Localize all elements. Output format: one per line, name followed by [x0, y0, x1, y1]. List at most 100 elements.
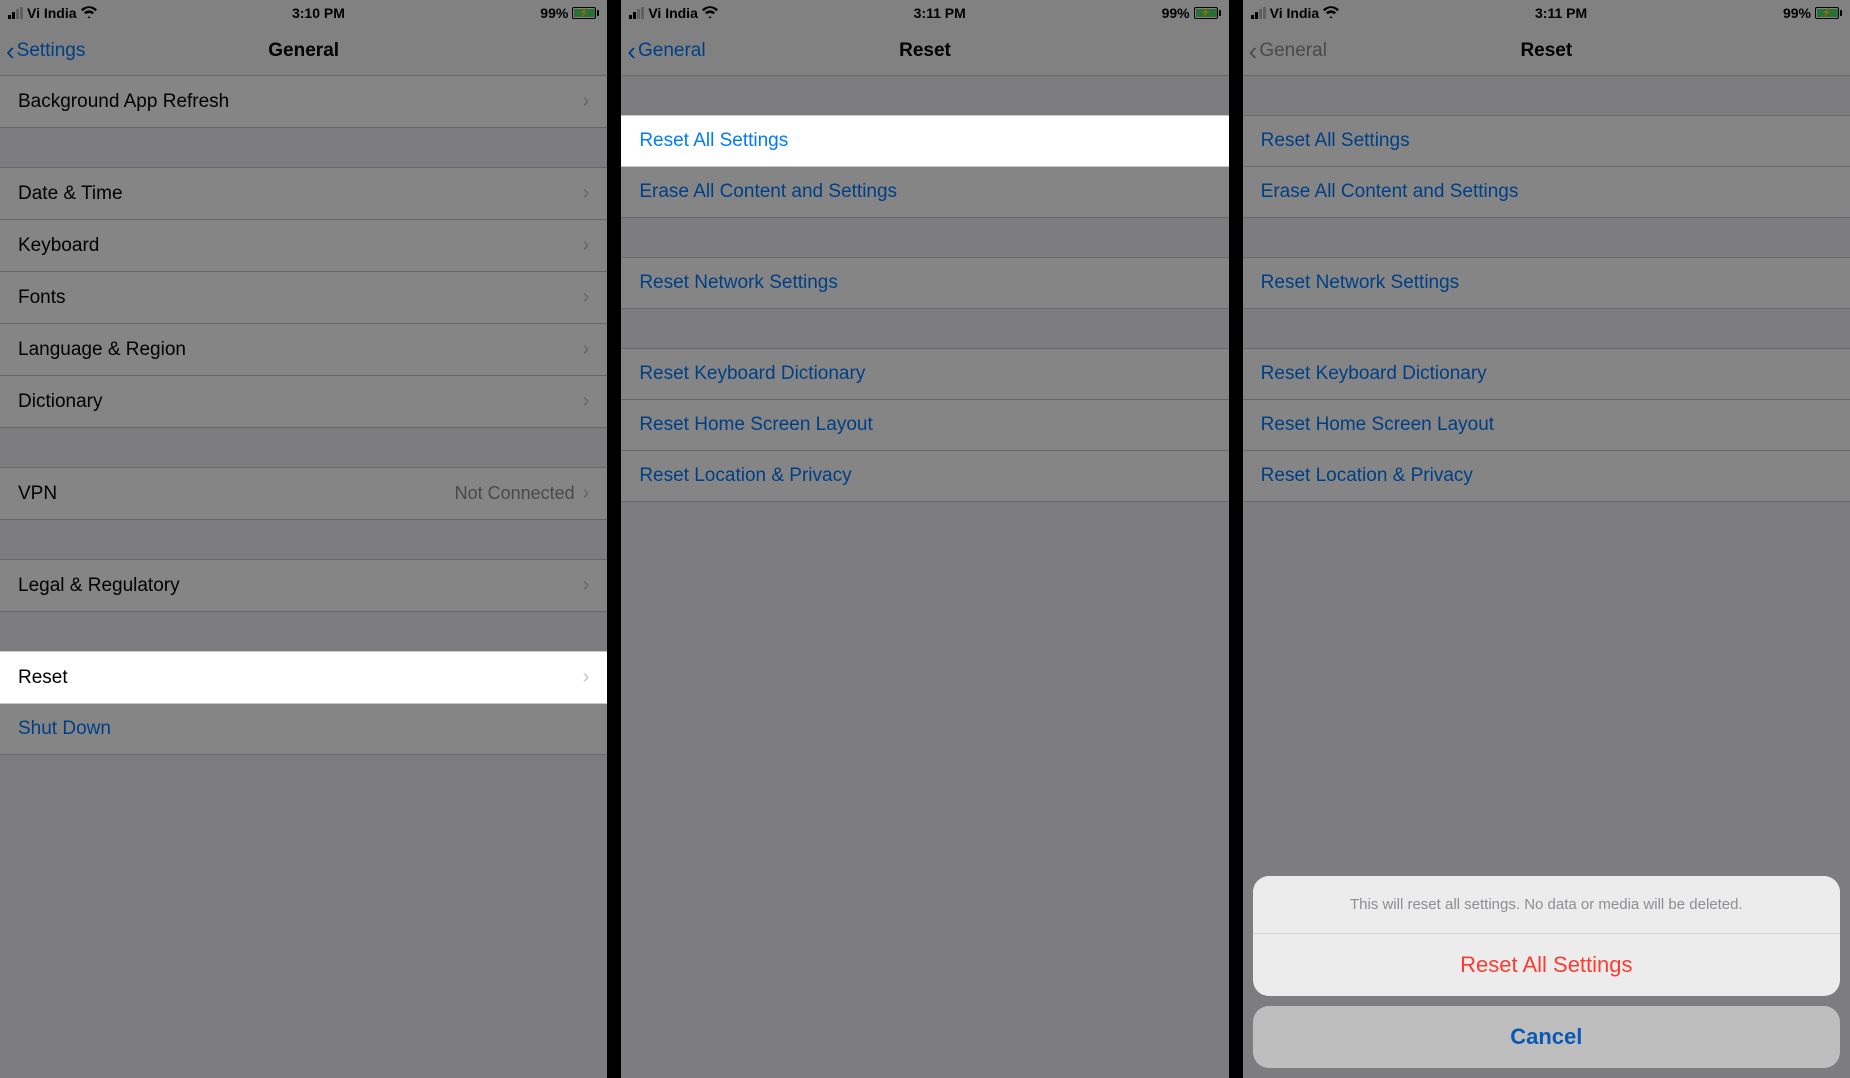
row-label: Language & Region	[18, 339, 186, 361]
row-label: Background App Refresh	[18, 91, 229, 113]
action-sheet-message: This will reset all settings. No data or…	[1253, 876, 1840, 934]
row-label: Erase All Content and Settings	[639, 181, 897, 203]
action-sheet-card: This will reset all settings. No data or…	[1253, 876, 1840, 996]
chevron-right-icon: ›	[583, 182, 590, 205]
row-erase-all-content[interactable]: Erase All Content and Settings	[621, 166, 1228, 218]
chevron-right-icon: ›	[583, 666, 590, 689]
back-label: General	[638, 40, 706, 62]
battery-icon: ⚡	[1194, 7, 1221, 19]
screen-general: Vi India 3:10 PM 99% ⚡ ‹ Settings Genera…	[0, 0, 607, 1078]
battery-percent: 99%	[1783, 5, 1811, 21]
row-label: Dictionary	[18, 391, 102, 413]
row-label: Fonts	[18, 287, 66, 309]
nav-bar: ‹ Settings General	[0, 26, 607, 76]
row-erase-all-content: Erase All Content and Settings	[1243, 166, 1850, 218]
row-label: Reset Location & Privacy	[639, 465, 851, 487]
row-legal-regulatory[interactable]: Legal & Regulatory ›	[0, 559, 607, 612]
clock: 3:11 PM	[1535, 5, 1587, 21]
clock: 3:11 PM	[914, 5, 966, 21]
row-reset-home-screen: Reset Home Screen Layout	[1243, 399, 1850, 451]
row-label: Reset Home Screen Layout	[1261, 414, 1494, 436]
row-keyboard[interactable]: Keyboard ›	[0, 219, 607, 272]
battery-icon: ⚡	[572, 7, 599, 19]
row-detail: Not Connected	[455, 483, 575, 504]
status-bar: Vi India 3:11 PM 99% ⚡	[1243, 0, 1850, 26]
chevron-right-icon: ›	[583, 286, 590, 309]
screen-reset: Vi India 3:11 PM 99% ⚡ ‹ General Reset R…	[621, 0, 1228, 1078]
chevron-right-icon: ›	[583, 482, 590, 505]
row-label: VPN	[18, 483, 57, 505]
row-reset-network: Reset Network Settings	[1243, 257, 1850, 309]
row-label: Reset Home Screen Layout	[639, 414, 872, 436]
back-button[interactable]: ‹ Settings	[6, 38, 85, 64]
status-bar: Vi India 3:10 PM 99% ⚡	[0, 0, 607, 26]
row-label: Reset Network Settings	[1261, 272, 1460, 294]
row-reset-keyboard-dictionary[interactable]: Reset Keyboard Dictionary	[621, 348, 1228, 400]
signal-icon	[1251, 7, 1266, 19]
page-title: Reset	[1520, 40, 1572, 62]
chevron-right-icon: ›	[583, 338, 590, 361]
page-title: Reset	[899, 40, 951, 62]
chevron-left-icon: ‹	[627, 38, 636, 64]
action-sheet: This will reset all settings. No data or…	[1253, 876, 1840, 1068]
battery-percent: 99%	[540, 5, 568, 21]
carrier-label: Vi India	[27, 5, 77, 21]
row-label: Reset Location & Privacy	[1261, 465, 1473, 487]
row-reset-keyboard-dictionary: Reset Keyboard Dictionary	[1243, 348, 1850, 400]
back-label: General	[1259, 40, 1327, 62]
row-reset-location-privacy: Reset Location & Privacy	[1243, 450, 1850, 502]
row-fonts[interactable]: Fonts ›	[0, 271, 607, 324]
row-label: Reset All Settings	[639, 130, 788, 152]
status-bar: Vi India 3:11 PM 99% ⚡	[621, 0, 1228, 26]
row-label: Erase All Content and Settings	[1261, 181, 1519, 203]
nav-bar: ‹ General Reset	[621, 26, 1228, 76]
row-label: Shut Down	[18, 718, 111, 740]
row-shut-down[interactable]: Shut Down	[0, 703, 607, 755]
settings-list: Background App Refresh › Date & Time › K…	[0, 76, 607, 1078]
wifi-icon	[1323, 5, 1339, 21]
row-label: Keyboard	[18, 235, 99, 257]
back-button: ‹ General	[1249, 38, 1327, 64]
row-language-region[interactable]: Language & Region ›	[0, 323, 607, 376]
row-reset[interactable]: Reset ›	[0, 651, 607, 704]
row-background-app-refresh[interactable]: Background App Refresh ›	[0, 76, 607, 128]
signal-icon	[8, 7, 23, 19]
row-label: Reset All Settings	[1261, 130, 1410, 152]
back-label: Settings	[17, 40, 86, 62]
row-label: Reset Network Settings	[639, 272, 838, 294]
row-label: Reset Keyboard Dictionary	[639, 363, 865, 385]
wifi-icon	[702, 5, 718, 21]
carrier-label: Vi India	[1270, 5, 1320, 21]
row-reset-all-settings[interactable]: Reset All Settings	[621, 115, 1228, 167]
row-vpn[interactable]: VPN Not Connected ›	[0, 467, 607, 520]
back-button[interactable]: ‹ General	[627, 38, 705, 64]
battery-icon: ⚡	[1815, 7, 1842, 19]
reset-all-settings-button[interactable]: Reset All Settings	[1253, 934, 1840, 996]
chevron-left-icon: ‹	[6, 38, 15, 64]
chevron-right-icon: ›	[583, 90, 590, 113]
screen-reset-confirm: Vi India 3:11 PM 99% ⚡ ‹ General Reset R…	[1243, 0, 1850, 1078]
page-title: General	[268, 40, 339, 62]
reset-list: Reset All Settings Erase All Content and…	[621, 76, 1228, 1078]
chevron-left-icon: ‹	[1249, 38, 1258, 64]
carrier-label: Vi India	[648, 5, 698, 21]
chevron-right-icon: ›	[583, 390, 590, 413]
row-label: Legal & Regulatory	[18, 575, 180, 597]
row-reset-location-privacy[interactable]: Reset Location & Privacy	[621, 450, 1228, 502]
cancel-button[interactable]: Cancel	[1253, 1006, 1840, 1068]
row-reset-network[interactable]: Reset Network Settings	[621, 257, 1228, 309]
row-reset-all-settings: Reset All Settings	[1243, 115, 1850, 167]
wifi-icon	[81, 5, 97, 21]
chevron-right-icon: ›	[583, 574, 590, 597]
row-label: Date & Time	[18, 183, 123, 205]
nav-bar: ‹ General Reset	[1243, 26, 1850, 76]
battery-percent: 99%	[1162, 5, 1190, 21]
row-label: Reset Keyboard Dictionary	[1261, 363, 1487, 385]
row-reset-home-screen[interactable]: Reset Home Screen Layout	[621, 399, 1228, 451]
chevron-right-icon: ›	[583, 234, 590, 257]
clock: 3:10 PM	[292, 5, 345, 21]
row-date-time[interactable]: Date & Time ›	[0, 167, 607, 220]
row-dictionary[interactable]: Dictionary ›	[0, 375, 607, 428]
row-label: Reset	[18, 667, 68, 689]
signal-icon	[629, 7, 644, 19]
